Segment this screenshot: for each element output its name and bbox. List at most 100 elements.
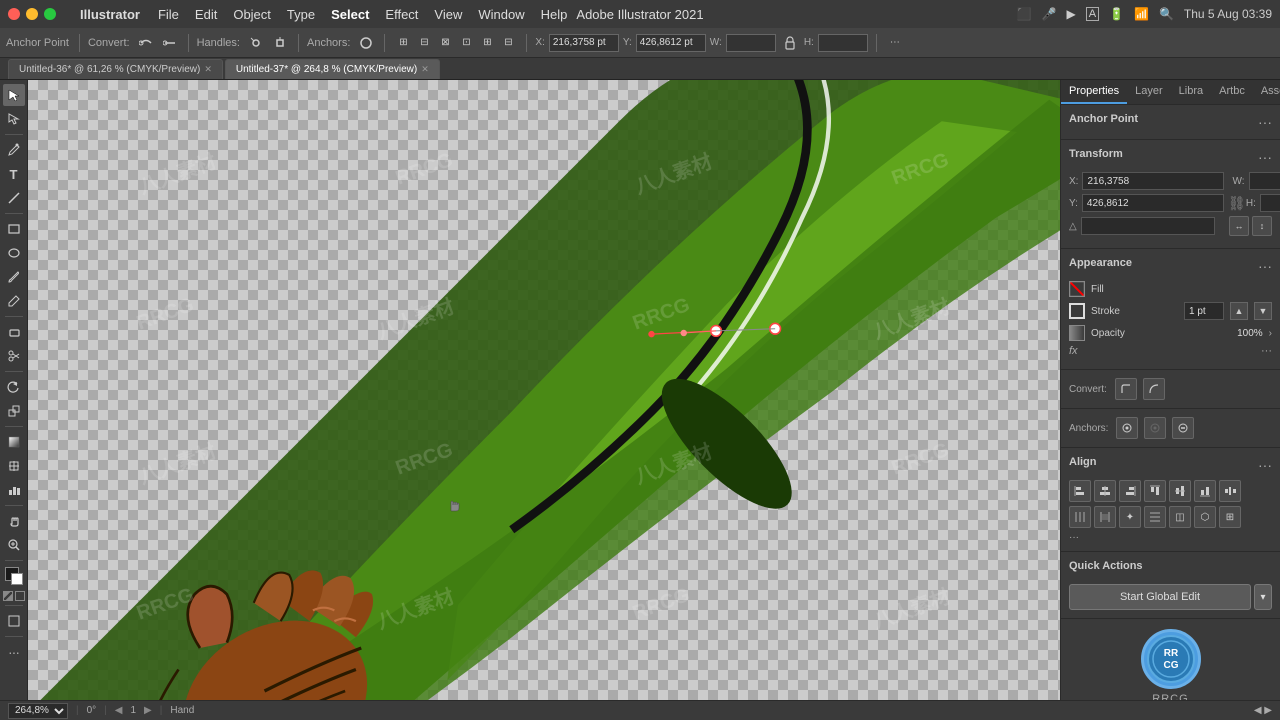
y-input[interactable] — [636, 34, 706, 52]
dist-right-btn[interactable]: ✦ — [1119, 506, 1141, 528]
tab-2-close[interactable]: ✕ — [421, 64, 429, 75]
tab-document-1[interactable]: Untitled-36* @ 61,26 % (CMYK/Preview) ✕ — [8, 59, 223, 79]
tab-document-2[interactable]: Untitled-37* @ 264,8 % (CMYK/Preview) ✕ — [225, 59, 440, 79]
transform-more-btn[interactable]: ··· — [1258, 149, 1272, 165]
scale-tool[interactable] — [3, 400, 25, 422]
x-input[interactable] — [549, 34, 619, 52]
tab-1-close[interactable]: ✕ — [204, 64, 212, 75]
fullscreen-button[interactable] — [44, 8, 56, 20]
align-middle-btn[interactable] — [1169, 480, 1191, 502]
align-bottom-btn[interactable] — [1194, 480, 1216, 502]
menu-type[interactable]: Type — [287, 7, 315, 22]
align-more-btn[interactable]: ··· — [1258, 457, 1272, 473]
pencil-tool[interactable] — [3, 290, 25, 312]
direct-selection-tool[interactable] — [3, 108, 25, 130]
handle-btn-1[interactable] — [246, 33, 266, 53]
appearance-more-2[interactable]: ··· — [1261, 345, 1272, 357]
align-center-h-btn[interactable]: ⊟ — [414, 33, 434, 53]
dist-center-h-btn[interactable] — [1094, 506, 1116, 528]
more-options-btn[interactable]: ⋯ — [885, 33, 905, 53]
panel-tab-libraries[interactable]: Libra — [1171, 80, 1211, 104]
mic-icon[interactable]: 🎤 — [1042, 7, 1057, 21]
transform-w-input[interactable] — [1249, 172, 1280, 190]
menu-edit[interactable]: Edit — [195, 7, 217, 22]
screen-icon[interactable]: ⬛ — [1017, 7, 1032, 21]
type-tool[interactable]: T — [3, 163, 25, 185]
hide-handles-btn[interactable] — [1144, 417, 1166, 439]
change-screen-mode[interactable] — [3, 610, 25, 632]
convert-btn-1[interactable] — [136, 33, 156, 53]
menu-file[interactable]: File — [158, 7, 179, 22]
align-top-btn[interactable] — [1144, 480, 1166, 502]
constrain-icon[interactable]: ⛓ — [1228, 195, 1242, 212]
dist-bottom-btn[interactable]: ⬡ — [1194, 506, 1216, 528]
swap-colors-icon[interactable] — [3, 591, 13, 601]
zoom-tool[interactable] — [3, 534, 25, 556]
ellipse-tool[interactable] — [3, 242, 25, 264]
flip-h-btn[interactable]: ↔ — [1229, 216, 1249, 236]
cc-icon[interactable]: A — [1086, 7, 1099, 21]
dist-top-btn[interactable] — [1144, 506, 1166, 528]
pen-tool[interactable] — [3, 139, 25, 161]
convert-corner-btn[interactable] — [1115, 378, 1137, 400]
align-center-v-btn[interactable]: ⊞ — [477, 33, 497, 53]
align-left-btn[interactable] — [1069, 480, 1091, 502]
align-right-btn[interactable]: ⊠ — [435, 33, 455, 53]
selection-tool[interactable] — [3, 84, 25, 106]
panel-tab-assets[interactable]: Asse — [1253, 80, 1280, 104]
page-nav-left[interactable]: ◀ — [115, 705, 123, 716]
line-tool[interactable] — [3, 187, 25, 209]
align-center-h-btn[interactable] — [1094, 480, 1116, 502]
quick-actions-dropdown-btn[interactable]: ▾ — [1254, 584, 1272, 610]
flip-v-btn[interactable]: ↕ — [1252, 216, 1272, 236]
menu-help[interactable]: Help — [541, 7, 568, 22]
panel-tab-properties[interactable]: Properties — [1061, 80, 1127, 104]
panel-tab-layer[interactable]: Layer — [1127, 80, 1171, 104]
stroke-weight-input[interactable] — [1184, 302, 1224, 320]
menu-window[interactable]: Window — [478, 7, 524, 22]
h-input[interactable] — [818, 34, 868, 52]
menu-effect[interactable]: Effect — [385, 7, 418, 22]
handle-btn-2[interactable] — [270, 33, 290, 53]
mesh-tool[interactable] — [3, 455, 25, 477]
transform-y-input[interactable] — [1082, 194, 1224, 212]
align-bottom-btn[interactable]: ⊟ — [498, 33, 518, 53]
paintbrush-tool[interactable] — [3, 266, 25, 288]
menu-select[interactable]: Select — [331, 7, 369, 22]
scroll-next-btn[interactable]: ▶ — [1264, 705, 1272, 716]
play-icon[interactable]: ▶ — [1066, 7, 1075, 21]
stroke-weight-down[interactable]: ▼ — [1254, 302, 1272, 320]
align-more-2[interactable]: ··· — [1069, 532, 1272, 543]
distribute-btn[interactable] — [1219, 480, 1241, 502]
fill-swatch[interactable] — [1069, 281, 1085, 297]
scissors-tool[interactable] — [3, 345, 25, 367]
remove-anchor-btn[interactable] — [1172, 417, 1194, 439]
convert-smooth-btn[interactable] — [1143, 378, 1165, 400]
stroke-swatch[interactable] — [1069, 303, 1085, 319]
color-fill-stroke[interactable] — [3, 565, 25, 587]
bar-chart-tool[interactable] — [3, 479, 25, 501]
opacity-expand[interactable]: › — [1269, 328, 1272, 339]
panel-tab-artboards[interactable]: Artbc — [1211, 80, 1253, 104]
transform-rotate-input[interactable] — [1081, 217, 1215, 235]
menu-view[interactable]: View — [434, 7, 462, 22]
zoom-select[interactable]: 264,8% — [8, 703, 68, 719]
align-left-btn[interactable]: ⊞ — [393, 33, 413, 53]
dist-left-btn[interactable] — [1069, 506, 1091, 528]
anchors-btn-1[interactable] — [356, 33, 376, 53]
close-button[interactable] — [8, 8, 20, 20]
more-tools-btn[interactable]: ··· — [3, 641, 25, 663]
stroke-weight-up[interactable]: ▲ — [1230, 302, 1248, 320]
rectangle-tool[interactable] — [3, 218, 25, 240]
appearance-more-btn[interactable]: ··· — [1258, 258, 1272, 274]
zoom-control[interactable]: 264,8% — [8, 703, 68, 719]
convert-btn-2[interactable] — [160, 33, 180, 53]
menu-object[interactable]: Object — [233, 7, 271, 22]
gradient-tool[interactable] — [3, 431, 25, 453]
align-right-btn[interactable] — [1119, 480, 1141, 502]
show-handles-btn[interactable] — [1116, 417, 1138, 439]
opacity-swatch[interactable] — [1069, 325, 1085, 341]
page-nav-right[interactable]: ▶ — [144, 705, 152, 716]
align-top-btn[interactable]: ⊡ — [456, 33, 476, 53]
constrain-proportions-btn[interactable] — [780, 33, 800, 53]
